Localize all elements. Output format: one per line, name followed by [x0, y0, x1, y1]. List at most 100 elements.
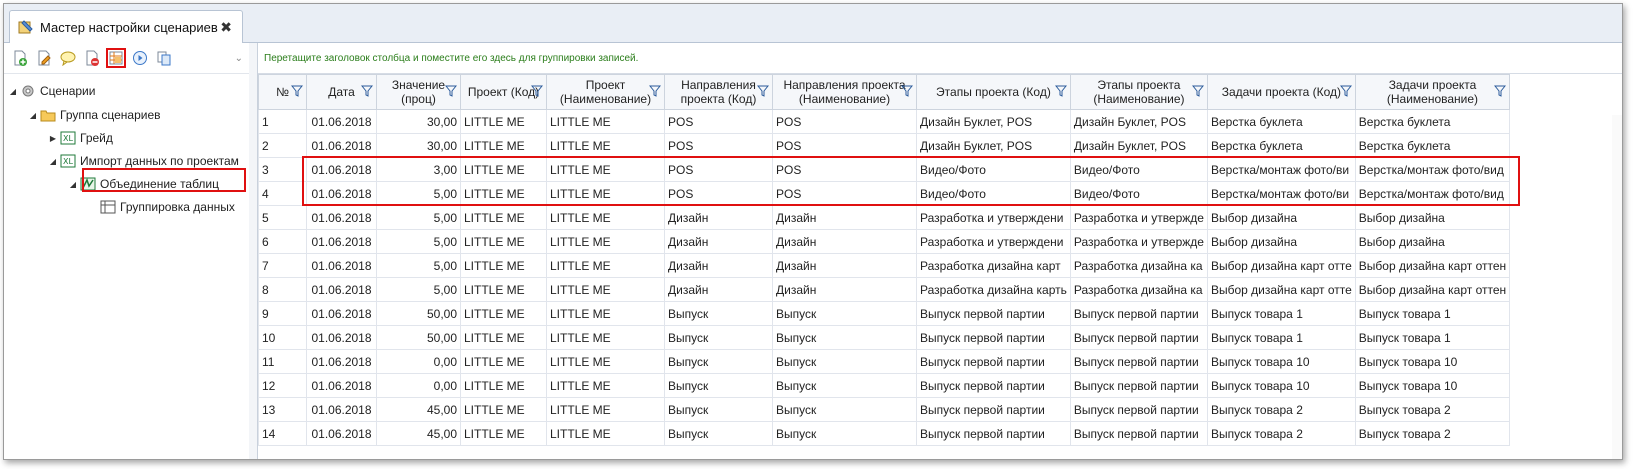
table-cell[interactable]: Дизайн — [664, 253, 773, 278]
table-cell[interactable]: 0,00 — [376, 349, 461, 374]
table-cell[interactable]: Дизайн — [772, 277, 917, 302]
table-cell[interactable]: Выпуск первой партии — [1069, 349, 1208, 374]
table-cell[interactable]: Разработка и утвержде — [1069, 205, 1208, 230]
table-cell[interactable]: 01.06.2018 — [306, 133, 377, 158]
table-cell[interactable]: Выпуск — [664, 421, 773, 446]
table-cell[interactable]: Дизайн — [772, 229, 917, 254]
table-cell[interactable]: POS — [664, 109, 773, 134]
col-header-date[interactable]: Дата — [306, 74, 377, 110]
table-cell[interactable]: POS — [772, 157, 917, 182]
table-cell[interactable]: POS — [772, 181, 917, 206]
table-row[interactable]: 9 01.06.2018 50,00 LITTLE ME LITTLE ME Выпуск… — [258, 301, 1511, 326]
table-row[interactable]: 3 01.06.2018 3,00 LITTLE ME LITTLE ME POS POS В… — [258, 157, 1511, 182]
table-cell[interactable]: Верстка/монтаж фото/вид — [1354, 157, 1511, 182]
expand-arrow-icon[interactable]: ◢ — [48, 157, 58, 166]
filter-icon[interactable] — [1191, 85, 1204, 97]
table-cell[interactable]: Разработка и утвержде — [1069, 229, 1208, 254]
table-cell[interactable]: Выпуск товара 1 — [1354, 325, 1511, 350]
table-cell[interactable]: 9 — [258, 301, 307, 326]
table-cell[interactable]: Верстка/монтаж фото/ви — [1206, 157, 1356, 182]
table-cell[interactable]: LITTLE ME — [460, 421, 547, 446]
table-cell[interactable]: Выпуск первой партии — [1069, 301, 1208, 326]
table-cell[interactable]: LITTLE ME — [460, 205, 547, 230]
table-cell[interactable]: 2 — [258, 133, 307, 158]
table-cell[interactable]: Верстка/монтаж фото/ви — [1206, 181, 1356, 206]
table-cell[interactable]: Разработка дизайна карть — [916, 277, 1071, 302]
table-merge-icon[interactable] — [106, 48, 126, 68]
table-cell[interactable]: 6 — [258, 229, 307, 254]
table-cell[interactable]: LITTLE ME — [546, 133, 665, 158]
table-cell[interactable]: Дизайн — [664, 229, 773, 254]
table-row[interactable]: 5 01.06.2018 5,00 LITTLE ME LITTLE ME Дизайн Д… — [258, 205, 1511, 230]
table-cell[interactable]: 3 — [258, 157, 307, 182]
filter-icon[interactable] — [1494, 85, 1507, 97]
expand-arrow-icon[interactable]: ◢ — [8, 87, 18, 96]
filter-icon[interactable] — [531, 85, 543, 97]
col-header-value[interactable]: Значение (проц) — [376, 74, 461, 110]
table-cell[interactable]: Дизайн — [664, 277, 773, 302]
table-cell[interactable]: 01.06.2018 — [306, 325, 377, 350]
table-cell[interactable]: LITTLE ME — [546, 229, 665, 254]
table-cell[interactable]: LITTLE ME — [546, 181, 665, 206]
table-cell[interactable]: Дизайн — [664, 205, 773, 230]
table-row[interactable]: 12 01.06.2018 0,00 LITTLE ME LITTLE ME Выпуск… — [258, 373, 1511, 398]
table-row[interactable]: 4 01.06.2018 5,00 LITTLE ME LITTLE ME POS POS В… — [258, 181, 1511, 206]
table-cell[interactable]: Выпуск — [664, 325, 773, 350]
table-cell[interactable]: 01.06.2018 — [306, 229, 377, 254]
table-cell[interactable]: LITTLE ME — [460, 133, 547, 158]
table-cell[interactable]: Выпуск первой партии — [1069, 397, 1208, 422]
table-cell[interactable]: LITTLE ME — [460, 253, 547, 278]
filter-icon[interactable] — [649, 85, 661, 97]
table-cell[interactable]: Верстка буклета — [1206, 109, 1356, 134]
table-cell[interactable]: LITTLE ME — [546, 301, 665, 326]
table-cell[interactable]: 5,00 — [376, 229, 461, 254]
table-cell[interactable]: Дизайн Буклет, POS — [1069, 109, 1208, 134]
table-cell[interactable]: 01.06.2018 — [306, 253, 377, 278]
table-cell[interactable]: 7 — [258, 253, 307, 278]
filter-icon[interactable] — [757, 85, 769, 97]
table-cell[interactable]: Выпуск товара 2 — [1354, 397, 1511, 422]
table-cell[interactable]: 30,00 — [376, 133, 461, 158]
table-cell[interactable]: Выпуск — [664, 373, 773, 398]
collapse-arrow-icon[interactable]: ▶ — [48, 134, 58, 143]
table-cell[interactable]: 0,00 — [376, 373, 461, 398]
table-cell[interactable]: Выпуск товара 2 — [1354, 421, 1511, 446]
col-header-direction-code[interactable]: Направления проекта (Код) — [664, 74, 773, 110]
col-header-project-name[interactable]: Проект (Наименование) — [546, 74, 665, 110]
table-cell[interactable]: Выпуск — [772, 421, 917, 446]
table-row[interactable]: 6 01.06.2018 5,00 LITTLE ME LITTLE ME Дизайн Д… — [258, 229, 1511, 254]
table-cell[interactable]: Видео/Фото — [916, 181, 1071, 206]
table-cell[interactable]: Разработка дизайна ка — [1069, 253, 1208, 278]
table-cell[interactable]: 50,00 — [376, 301, 461, 326]
filter-icon[interactable] — [901, 85, 913, 97]
comment-icon[interactable] — [58, 48, 78, 68]
table-cell[interactable]: 01.06.2018 — [306, 397, 377, 422]
filter-icon[interactable] — [1054, 85, 1067, 97]
table-row[interactable]: 7 01.06.2018 5,00 LITTLE ME LITTLE ME Дизайн Д… — [258, 253, 1511, 278]
col-header-direction-name[interactable]: Направления проекта (Наименование) — [772, 74, 917, 110]
table-cell[interactable]: Выпуск — [772, 349, 917, 374]
col-header-number[interactable]: № — [258, 74, 307, 110]
col-header-task-name[interactable]: Задачи проекта (Наименование) — [1354, 74, 1511, 110]
add-icon[interactable] — [10, 48, 30, 68]
table-cell[interactable]: Дизайн Буклет, POS — [916, 109, 1071, 134]
expand-arrow-icon[interactable]: ◢ — [68, 180, 78, 189]
table-cell[interactable]: Выпуск первой партии — [916, 421, 1071, 446]
tree-node-scenario-group[interactable]: ◢ Группа сценариев — [28, 104, 161, 126]
table-cell[interactable]: Выбор дизайна карт отте — [1206, 253, 1356, 278]
table-cell[interactable]: 4 — [258, 181, 307, 206]
table-cell[interactable]: LITTLE ME — [546, 349, 665, 374]
table-cell[interactable]: Выпуск первой партии — [916, 373, 1071, 398]
table-cell[interactable]: Выпуск первой партии — [1069, 373, 1208, 398]
table-cell[interactable]: Выбор дизайна — [1206, 229, 1356, 254]
table-cell[interactable]: LITTLE ME — [460, 277, 547, 302]
table-cell[interactable]: Выпуск первой партии — [916, 325, 1071, 350]
table-cell[interactable]: 13 — [258, 397, 307, 422]
tab-scenario-wizard[interactable]: Мастер настройки сценариев ✖ — [9, 10, 243, 43]
table-cell[interactable]: LITTLE ME — [460, 109, 547, 134]
table-cell[interactable]: Выпуск товара 2 — [1206, 397, 1356, 422]
table-cell[interactable]: 01.06.2018 — [306, 157, 377, 182]
table-cell[interactable]: 01.06.2018 — [306, 373, 377, 398]
table-cell[interactable]: 01.06.2018 — [306, 205, 377, 230]
table-cell[interactable]: POS — [664, 181, 773, 206]
